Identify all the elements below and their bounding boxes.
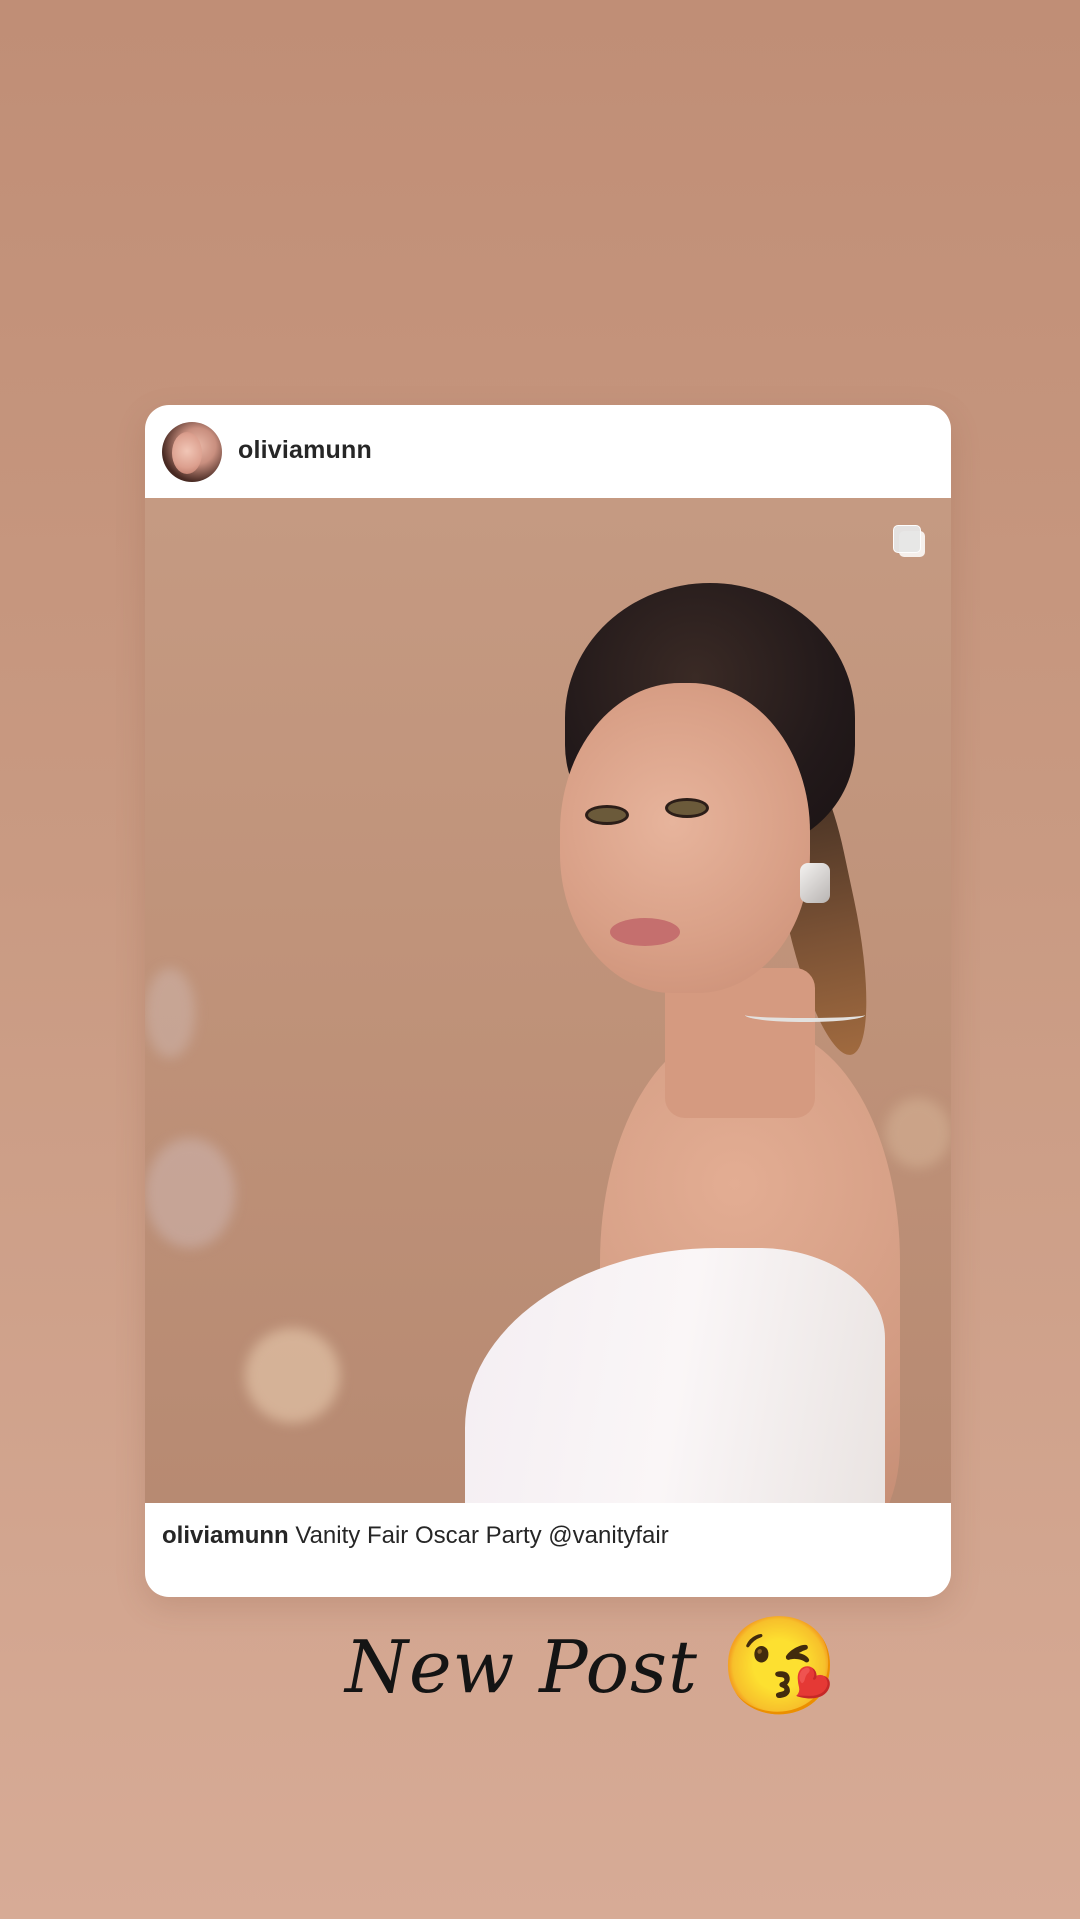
bokeh-light xyxy=(885,1098,951,1168)
post-caption: oliviamunn Vanity Fair Oscar Party @vani… xyxy=(162,1522,669,1550)
new-post-sticker: New Post 😘 xyxy=(345,1612,839,1722)
kissing-face-emoji-icon: 😘 xyxy=(719,1613,840,1720)
avatar[interactable] xyxy=(162,422,222,482)
multiple-photos-icon xyxy=(891,523,927,559)
bokeh-light xyxy=(145,968,195,1058)
multiple-photos-icon-front xyxy=(893,525,921,553)
photo-earring xyxy=(800,863,830,903)
post-photo[interactable] xyxy=(145,498,951,1503)
new-post-text: New Post xyxy=(345,1625,698,1709)
bokeh-light xyxy=(245,1328,340,1423)
caption-text: Vanity Fair Oscar Party @vanityfair xyxy=(295,1522,669,1549)
bokeh-light xyxy=(145,1138,235,1248)
shared-post-card[interactable]: oliviamunn oliviamunn Vanity Fair Oscar … xyxy=(145,405,951,1597)
post-username[interactable]: oliviamunn xyxy=(238,436,372,465)
photo-eye xyxy=(585,805,629,825)
post-header: oliviamunn xyxy=(145,405,951,498)
photo-lips xyxy=(610,918,680,946)
photo-face xyxy=(560,683,810,993)
avatar-face xyxy=(172,432,202,474)
photo-dress xyxy=(465,1248,885,1503)
photo-eye xyxy=(665,798,709,818)
caption-username[interactable]: oliviamunn xyxy=(162,1522,289,1549)
photo-necklace xyxy=(745,1008,865,1022)
story-screen: oliviamunn oliviamunn Vanity Fair Oscar … xyxy=(0,0,1080,1919)
